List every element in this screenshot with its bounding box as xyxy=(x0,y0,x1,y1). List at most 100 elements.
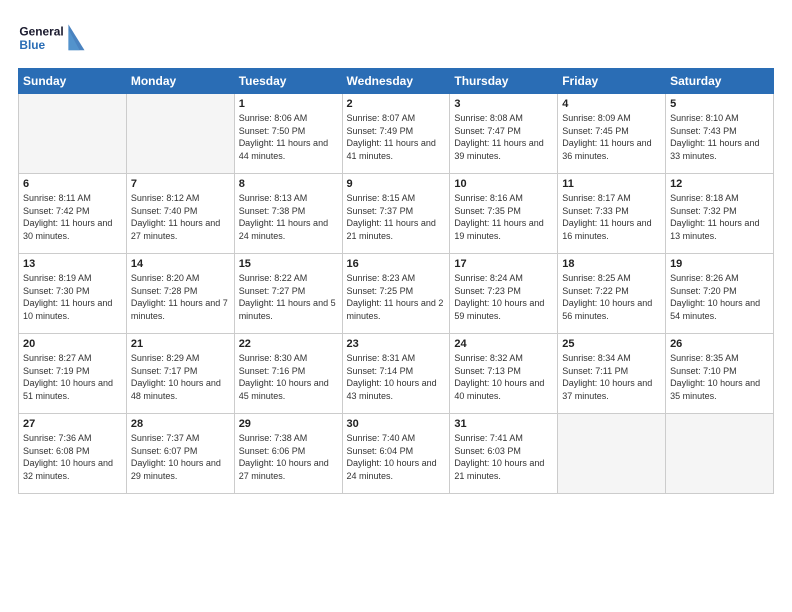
day-number: 16 xyxy=(347,258,446,270)
svg-text:Blue: Blue xyxy=(19,38,45,52)
calendar-cell xyxy=(19,94,127,174)
weekday-header-row: SundayMondayTuesdayWednesdayThursdayFrid… xyxy=(19,69,774,94)
day-info: Sunrise: 8:13 AMSunset: 7:38 PMDaylight:… xyxy=(239,192,338,242)
day-info: Sunrise: 8:22 AMSunset: 7:27 PMDaylight:… xyxy=(239,272,338,322)
calendar-cell: 7 Sunrise: 8:12 AMSunset: 7:40 PMDaylight… xyxy=(126,174,234,254)
day-number: 24 xyxy=(454,338,553,350)
calendar-cell: 27Sunrise: 7:36 AMSunset: 6:08 PMDayligh… xyxy=(19,414,127,494)
day-info: Sunrise: 7:40 AMSunset: 6:04 PMDaylight:… xyxy=(347,432,446,482)
day-number: 7 xyxy=(131,178,230,190)
day-number: 19 xyxy=(670,258,769,270)
day-number: 11 xyxy=(562,178,661,190)
day-info: Sunrise: 8:11 AMSunset: 7:42 PMDaylight:… xyxy=(23,192,122,242)
day-number: 18 xyxy=(562,258,661,270)
week-row-3: 13Sunrise: 8:19 AMSunset: 7:30 PMDayligh… xyxy=(19,254,774,334)
day-info: Sunrise: 8:07 AMSunset: 7:49 PMDaylight:… xyxy=(347,112,446,162)
calendar-cell: 12 Sunrise: 8:18 AMSunset: 7:32 PMDayligh… xyxy=(666,174,774,254)
day-info: Sunrise: 8:23 AMSunset: 7:25 PMDaylight:… xyxy=(347,272,446,322)
calendar-cell: 25 Sunrise: 8:34 AMSunset: 7:11 PMDayligh… xyxy=(558,334,666,414)
calendar-cell: 8 Sunrise: 8:13 AMSunset: 7:38 PMDaylight… xyxy=(234,174,342,254)
day-info: Sunrise: 8:25 AMSunset: 7:22 PMDaylight:… xyxy=(562,272,661,322)
day-info: Sunrise: 8:32 AMSunset: 7:13 PMDaylight:… xyxy=(454,352,553,402)
day-info: Sunrise: 8:35 AMSunset: 7:10 PMDaylight:… xyxy=(670,352,769,402)
calendar-cell: 1 Sunrise: 8:06 AMSunset: 7:50 PMDaylight… xyxy=(234,94,342,174)
svg-text:General: General xyxy=(19,25,63,39)
calendar-cell xyxy=(126,94,234,174)
day-number: 3 xyxy=(454,98,553,110)
calendar-cell: 22 Sunrise: 8:30 AMSunset: 7:16 PMDayligh… xyxy=(234,334,342,414)
calendar-cell: 4 Sunrise: 8:09 AMSunset: 7:45 PMDaylight… xyxy=(558,94,666,174)
day-info: Sunrise: 8:16 AMSunset: 7:35 PMDaylight:… xyxy=(454,192,553,242)
calendar-cell: 11 Sunrise: 8:17 AMSunset: 7:33 PMDayligh… xyxy=(558,174,666,254)
weekday-header-monday: Monday xyxy=(126,69,234,94)
calendar-cell: 3Sunrise: 8:08 AMSunset: 7:47 PMDaylight… xyxy=(450,94,558,174)
day-number: 26 xyxy=(670,338,769,350)
day-info: Sunrise: 8:24 AMSunset: 7:23 PMDaylight:… xyxy=(454,272,553,322)
calendar-cell xyxy=(666,414,774,494)
day-info: Sunrise: 8:06 AMSunset: 7:50 PMDaylight:… xyxy=(239,112,338,162)
calendar-cell: 19 Sunrise: 8:26 AMSunset: 7:20 PMDayligh… xyxy=(666,254,774,334)
week-row-5: 27Sunrise: 7:36 AMSunset: 6:08 PMDayligh… xyxy=(19,414,774,494)
calendar-cell: 10Sunrise: 8:16 AMSunset: 7:35 PMDayligh… xyxy=(450,174,558,254)
day-number: 4 xyxy=(562,98,661,110)
day-info: Sunrise: 8:26 AMSunset: 7:20 PMDaylight:… xyxy=(670,272,769,322)
day-info: Sunrise: 8:20 AMSunset: 7:28 PMDaylight:… xyxy=(131,272,230,322)
day-number: 6 xyxy=(23,178,122,190)
day-info: Sunrise: 8:34 AMSunset: 7:11 PMDaylight:… xyxy=(562,352,661,402)
day-number: 14 xyxy=(131,258,230,270)
day-number: 13 xyxy=(23,258,122,270)
calendar-cell: 20 Sunrise: 8:27 AMSunset: 7:19 PMDayligh… xyxy=(19,334,127,414)
calendar-cell: 6 Sunrise: 8:11 AMSunset: 7:42 PMDaylight… xyxy=(19,174,127,254)
day-number: 9 xyxy=(347,178,446,190)
day-number: 5 xyxy=(670,98,769,110)
day-number: 2 xyxy=(347,98,446,110)
calendar-cell: 15Sunrise: 8:22 AMSunset: 7:27 PMDayligh… xyxy=(234,254,342,334)
logo-svg: General Blue xyxy=(18,18,88,58)
day-info: Sunrise: 8:17 AMSunset: 7:33 PMDaylight:… xyxy=(562,192,661,242)
weekday-header-sunday: Sunday xyxy=(19,69,127,94)
day-info: Sunrise: 7:38 AMSunset: 6:06 PMDaylight:… xyxy=(239,432,338,482)
calendar-cell: 24 Sunrise: 8:32 AMSunset: 7:13 PMDayligh… xyxy=(450,334,558,414)
day-number: 22 xyxy=(239,338,338,350)
day-number: 27 xyxy=(23,418,122,430)
day-number: 30 xyxy=(347,418,446,430)
day-number: 17 xyxy=(454,258,553,270)
day-info: Sunrise: 8:09 AMSunset: 7:45 PMDaylight:… xyxy=(562,112,661,162)
logo: General Blue xyxy=(18,18,88,58)
weekday-header-wednesday: Wednesday xyxy=(342,69,450,94)
day-info: Sunrise: 8:27 AMSunset: 7:19 PMDaylight:… xyxy=(23,352,122,402)
day-number: 8 xyxy=(239,178,338,190)
calendar-cell xyxy=(558,414,666,494)
calendar-cell: 28 Sunrise: 7:37 AMSunset: 6:07 PMDayligh… xyxy=(126,414,234,494)
calendar-cell: 13Sunrise: 8:19 AMSunset: 7:30 PMDayligh… xyxy=(19,254,127,334)
day-info: Sunrise: 8:15 AMSunset: 7:37 PMDaylight:… xyxy=(347,192,446,242)
calendar-cell: 23 Sunrise: 8:31 AMSunset: 7:14 PMDayligh… xyxy=(342,334,450,414)
calendar-cell: 14 Sunrise: 8:20 AMSunset: 7:28 PMDayligh… xyxy=(126,254,234,334)
calendar-cell: 29 Sunrise: 7:38 AMSunset: 6:06 PMDayligh… xyxy=(234,414,342,494)
day-number: 31 xyxy=(454,418,553,430)
day-info: Sunrise: 8:30 AMSunset: 7:16 PMDaylight:… xyxy=(239,352,338,402)
day-number: 28 xyxy=(131,418,230,430)
day-number: 25 xyxy=(562,338,661,350)
header: General Blue xyxy=(18,18,774,58)
day-number: 29 xyxy=(239,418,338,430)
calendar-cell: 30 Sunrise: 7:40 AMSunset: 6:04 PMDayligh… xyxy=(342,414,450,494)
day-number: 1 xyxy=(239,98,338,110)
calendar-table: SundayMondayTuesdayWednesdayThursdayFrid… xyxy=(18,68,774,494)
week-row-4: 20 Sunrise: 8:27 AMSunset: 7:19 PMDayligh… xyxy=(19,334,774,414)
weekday-header-thursday: Thursday xyxy=(450,69,558,94)
day-number: 23 xyxy=(347,338,446,350)
calendar-cell: 9 Sunrise: 8:15 AMSunset: 7:37 PMDaylight… xyxy=(342,174,450,254)
day-info: Sunrise: 8:10 AMSunset: 7:43 PMDaylight:… xyxy=(670,112,769,162)
weekday-header-tuesday: Tuesday xyxy=(234,69,342,94)
day-number: 20 xyxy=(23,338,122,350)
day-number: 12 xyxy=(670,178,769,190)
calendar-cell: 16 Sunrise: 8:23 AMSunset: 7:25 PMDayligh… xyxy=(342,254,450,334)
day-info: Sunrise: 8:12 AMSunset: 7:40 PMDaylight:… xyxy=(131,192,230,242)
calendar-cell: 21Sunrise: 8:29 AMSunset: 7:17 PMDayligh… xyxy=(126,334,234,414)
day-info: Sunrise: 8:18 AMSunset: 7:32 PMDaylight:… xyxy=(670,192,769,242)
day-info: Sunrise: 7:37 AMSunset: 6:07 PMDaylight:… xyxy=(131,432,230,482)
day-info: Sunrise: 8:31 AMSunset: 7:14 PMDaylight:… xyxy=(347,352,446,402)
calendar-cell: 2 Sunrise: 8:07 AMSunset: 7:49 PMDaylight… xyxy=(342,94,450,174)
calendar-cell: 31Sunrise: 7:41 AMSunset: 6:03 PMDayligh… xyxy=(450,414,558,494)
